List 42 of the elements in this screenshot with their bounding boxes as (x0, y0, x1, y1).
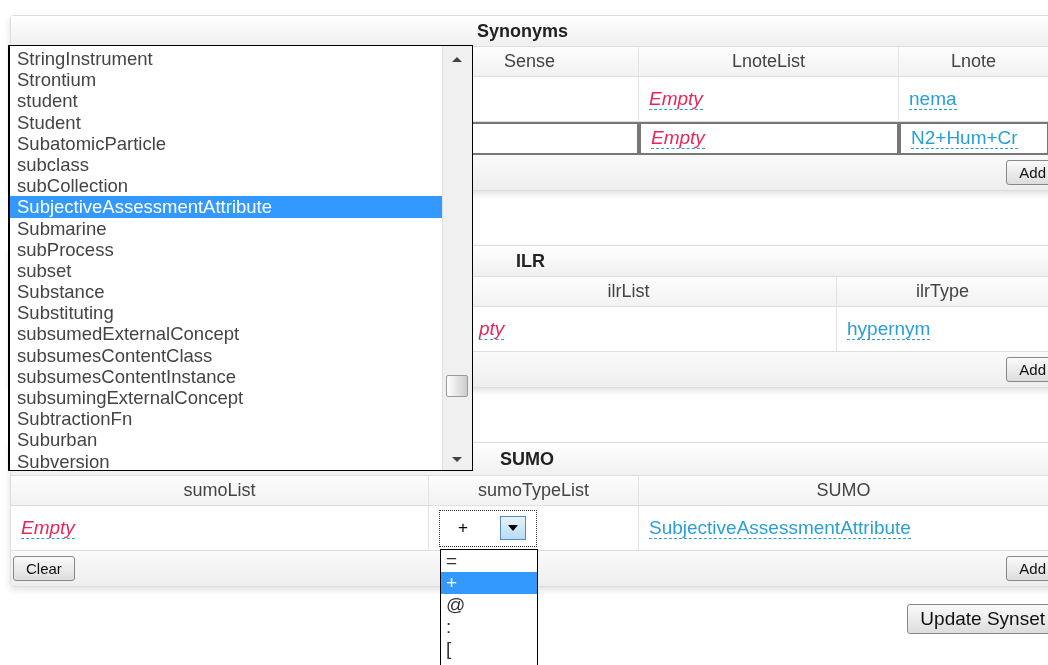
list-item[interactable]: subsumesContentInstance (10, 365, 442, 387)
add-button[interactable]: Add (1006, 556, 1048, 581)
column-header: Lnote (899, 47, 1048, 77)
add-button[interactable]: Add (1006, 357, 1048, 382)
dropdown-option[interactable]: = (441, 549, 537, 572)
list-item[interactable]: Subversion (10, 450, 442, 472)
panel-title: SUMO (500, 448, 554, 470)
column-header: sumoList (11, 476, 429, 506)
panel-title: ILR (516, 250, 545, 272)
list-item[interactable]: subclass (10, 153, 442, 176)
empty-value[interactable]: Empty (649, 88, 703, 110)
list-item[interactable]: subsumesContentClass (10, 344, 442, 366)
scroll-down-icon (452, 457, 462, 462)
empty-value[interactable]: Empty (21, 517, 75, 539)
column-header: SUMO (639, 476, 1048, 506)
column-header: sumoTypeList (429, 476, 639, 506)
list-item[interactable]: subCollection (10, 175, 442, 197)
column-header: ilrType (837, 277, 1048, 307)
empty-value[interactable]: pty (479, 318, 505, 340)
scrollbar[interactable] (442, 46, 472, 470)
add-button[interactable]: Add (1006, 160, 1048, 185)
dropdown-option[interactable]: [ (441, 637, 537, 660)
list-item[interactable]: subsumingExternalConcept (10, 387, 442, 409)
list-item[interactable]: SubtractionFn (10, 408, 442, 430)
list-item[interactable]: SubatomicParticle (10, 132, 442, 154)
list-item[interactable]: Suburban (10, 429, 442, 451)
clear-button[interactable]: Clear (13, 556, 75, 581)
list-item[interactable]: subProcess (10, 238, 442, 260)
update-button[interactable]: Update Synset (907, 604, 1048, 634)
list-item[interactable]: Submarine (10, 217, 442, 239)
caret-icon (508, 525, 518, 531)
dropdown-option[interactable]: @ (441, 593, 537, 616)
list-item[interactable]: Student (10, 111, 442, 133)
scroll-thumb[interactable] (446, 375, 468, 397)
list-item[interactable]: student (10, 90, 442, 112)
dropdown-option[interactable]: : (441, 615, 537, 638)
panel-title: Synonyms (477, 20, 569, 42)
type-select[interactable]: + (439, 509, 537, 547)
empty-value[interactable]: Empty (651, 128, 705, 149)
list-item[interactable]: subsumedExternalConcept (10, 323, 442, 345)
column-header: LnoteList (639, 47, 899, 77)
scroll-up-icon (452, 57, 462, 62)
